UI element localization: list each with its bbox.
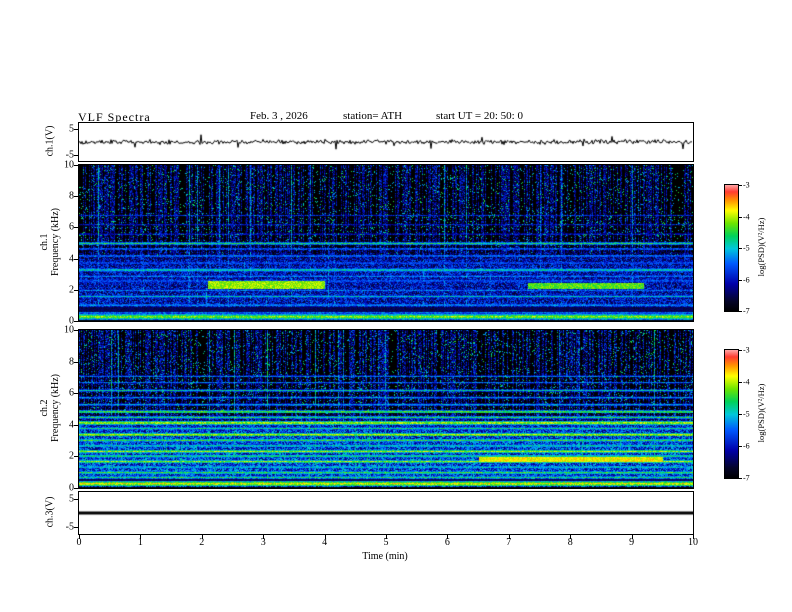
colorbar-tick-mark: [739, 414, 742, 415]
x-tick-mark: [79, 535, 80, 539]
y-tick-label: 8: [69, 356, 74, 368]
y-tick-label: 6: [69, 221, 74, 233]
colorbar-tick-mark: [739, 279, 742, 281]
y-tick-mark: [74, 527, 78, 528]
y-tick-mark: [74, 456, 78, 458]
ch2-spectrogram-panel: [78, 329, 694, 489]
y-tick-mark: [74, 488, 78, 489]
y-tick-mark: [74, 361, 78, 363]
colorbar-tick-mark: [739, 185, 742, 186]
ch2-frequency-axis-label-line2: Frequency (kHz): [50, 373, 61, 443]
x-tick-mark: [386, 535, 387, 539]
x-tick-mark: [140, 535, 142, 539]
ch2-colorbar: [724, 349, 739, 479]
y-tick-label: -5: [65, 149, 74, 161]
y-tick-mark: [74, 393, 78, 395]
x-tick-mark: [201, 535, 203, 539]
y-tick-label: 2: [69, 284, 74, 296]
colorbar-tick-label: -6: [743, 441, 750, 451]
station-label: station= ATH: [343, 110, 403, 122]
y-tick-mark: [74, 196, 78, 198]
y-tick-label: 10: [64, 324, 74, 336]
ch1-waveform-panel: [78, 122, 694, 162]
y-tick-mark: [74, 499, 78, 500]
colorbar-tick-label: -7: [743, 473, 750, 483]
x-tick-mark: [263, 535, 265, 539]
start-ut-label: start UT = 20: 50: 0: [436, 110, 523, 122]
y-tick-mark: [74, 258, 78, 260]
colorbar1-axis-label: log(PSD)(V²/Hz): [756, 217, 766, 277]
y-tick-mark: [74, 154, 78, 156]
colorbar-tick-mark: [739, 382, 742, 383]
ch2-frequency-axis-label-line1: ch.2: [39, 399, 50, 417]
y-tick-label: 8: [69, 190, 74, 202]
colorbar-tick-label: -5: [743, 243, 750, 253]
x-tick-mark: [631, 535, 633, 539]
colorbar-tick-mark: [739, 216, 742, 218]
x-tick-mark: [570, 535, 572, 539]
ch2-frequency-axis-label: ch.2 Frequency (kHz): [39, 374, 61, 442]
x-tick-mark: [693, 535, 694, 539]
y-tick-label: 4: [69, 419, 74, 431]
ch3-waveform-panel: [78, 491, 694, 535]
ch1-frequency-axis-label: ch.1 Frequency (kHz): [39, 208, 61, 276]
colorbar-tick-label: -4: [743, 377, 750, 387]
y-tick-mark: [74, 330, 78, 331]
colorbar-tick-mark: [739, 248, 742, 249]
y-tick-label: 5: [69, 123, 74, 135]
y-tick-label: 4: [69, 253, 74, 265]
colorbar-tick-label: -3: [743, 345, 750, 355]
ch1-frequency-axis-label-line1: ch.1: [39, 233, 50, 251]
vlf-spectra-figure: VLF Spectra Feb. 3 , 2026 station= ATH s…: [0, 0, 792, 612]
y-tick-label: 5: [69, 493, 74, 505]
y-tick-label: 2: [69, 450, 74, 462]
colorbar-tick-mark: [739, 446, 742, 447]
y-tick-label: 0: [69, 482, 74, 494]
colorbar-tick-mark: [739, 350, 742, 351]
colorbar-tick-label: -7: [743, 306, 750, 316]
y-tick-mark: [74, 129, 78, 131]
colorbar-tick-label: -6: [743, 275, 750, 284]
y-tick-mark: [74, 424, 78, 426]
y-tick-mark: [74, 289, 78, 291]
ch1-colorbar: [724, 184, 739, 312]
x-tick-mark: [508, 535, 510, 539]
y-tick-label: 10: [64, 159, 74, 171]
ch1-spectrogram-panel: [78, 164, 694, 322]
colorbar2-axis-label: log(PSD)(V²/Hz): [756, 383, 766, 443]
y-tick-mark: [74, 165, 78, 166]
y-tick-mark: [74, 227, 78, 229]
colorbar-tick-label: -3: [743, 180, 750, 190]
x-tick-mark: [324, 535, 326, 539]
colorbar-tick-mark: [739, 311, 742, 312]
y-tick-mark: [74, 321, 78, 322]
figure-date: Feb. 3 , 2026: [250, 110, 308, 122]
x-tick-mark: [447, 535, 449, 539]
y-tick-label: -5: [65, 521, 74, 533]
time-axis-label: Time (min): [362, 551, 408, 562]
colorbar-tick-label: -5: [743, 409, 750, 419]
ch1-frequency-axis-label-line2: Frequency (kHz): [50, 207, 61, 277]
colorbar-tick-mark: [739, 478, 742, 479]
y-tick-label: 6: [69, 387, 74, 399]
colorbar-tick-label: -4: [743, 212, 750, 221]
